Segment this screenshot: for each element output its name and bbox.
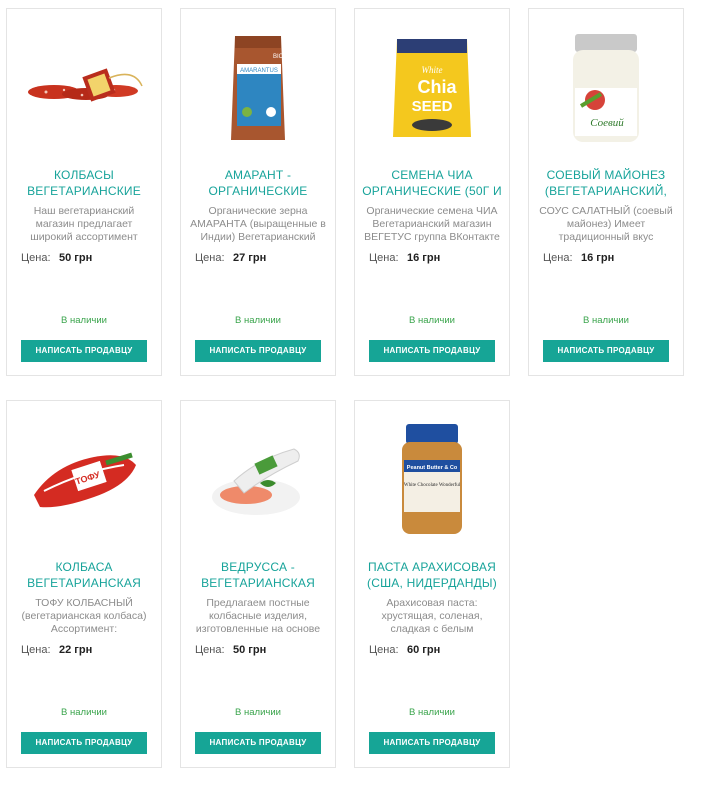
product-description: Органические семена ЧИА Вегетарианский м… (364, 205, 500, 243)
product-description: Арахисовая паста: хрустящая, соленая, сл… (381, 597, 483, 635)
price-label: Цена: (543, 252, 573, 264)
chia-text-3: SEED (412, 98, 453, 115)
price-value: 16 грн (581, 252, 615, 264)
product-description: ТОФУ КОЛБАСНЫЙ (вегетарианская колбаса) … (21, 597, 147, 635)
product-title[interactable]: СОЕВЫЙ МАЙОНЕЗ (ВЕГЕТАРИАНСКИЙ, (535, 167, 677, 199)
product-card: White Chia SEED СЕМЕНА ЧИА ОРГАНИЧЕСКИЕ … (354, 8, 510, 376)
price-label: Цена: (21, 252, 51, 264)
stock-status: В наличии (235, 315, 281, 326)
price-value: 50 грн (233, 644, 267, 656)
product-card: Peanut Butter & Co White Chocolate Wonde… (354, 400, 510, 768)
contact-seller-button[interactable]: НАПИСАТЬ ПРОДАВЦУ (543, 340, 669, 362)
stock-status: В наличии (61, 315, 107, 326)
product-description: Органические зерна АМАРАНТА (выращенные … (190, 205, 326, 243)
price-label: Цена: (195, 252, 225, 264)
product-card: ТОФУ КОЛБАСА ВЕГЕТАРИАНСКАЯ ТОФУ КОЛБАСН… (6, 400, 162, 768)
bio-label-text: BIO (273, 54, 284, 60)
chia-text-2: Chia (417, 77, 457, 97)
product-title[interactable]: СЕМЕНА ЧИА ОРГАНИЧЕСКИЕ (50Г И (361, 167, 503, 199)
price-value: 27 грн (233, 252, 267, 264)
product-image-peanut-butter[interactable]: Peanut Butter & Co White Chocolate Wonde… (355, 415, 509, 545)
stock-status: В наличии (61, 707, 107, 718)
product-card: ВЕДРУССА - ВЕГЕТАРИАНСКАЯ Предлагаем пос… (180, 400, 336, 768)
pb-label-2: White Chocolate Wonderful (404, 483, 461, 488)
price-value: 22 грн (59, 644, 93, 656)
contact-seller-button[interactable]: НАПИСАТЬ ПРОДАВЦУ (195, 732, 321, 754)
product-price: Цена: 50 грн (21, 252, 92, 264)
price-value: 50 грн (59, 252, 93, 264)
contact-seller-button[interactable]: НАПИСАТЬ ПРОДАВЦУ (369, 340, 495, 362)
product-card: Соевий СОЕВЫЙ МАЙОНЕЗ (ВЕГЕТАРИАНСКИЙ, С… (528, 8, 684, 376)
stock-status: В наличии (409, 707, 455, 718)
product-description: Предлагаем постные колбасные изделия, из… (195, 597, 321, 635)
contact-seller-button[interactable]: НАПИСАТЬ ПРОДАВЦУ (195, 340, 321, 362)
price-label: Цена: (195, 644, 225, 656)
product-image-amaranth[interactable]: AMARANTUS BIO (181, 23, 335, 153)
amaranth-label-text: AMARANTUS (240, 68, 278, 74)
stock-status: В наличии (583, 315, 629, 326)
pb-label-1: Peanut Butter & Co (407, 465, 458, 471)
price-label: Цена: (369, 252, 399, 264)
product-title[interactable]: КОЛБАСА ВЕГЕТАРИАНСКАЯ (13, 559, 155, 591)
price-label: Цена: (369, 644, 399, 656)
product-price: Цена: 16 грн (543, 252, 614, 264)
price-value: 16 грн (407, 252, 441, 264)
product-price: Цена: 16 грн (369, 252, 440, 264)
price-value: 60 грн (407, 644, 441, 656)
mayo-label-text: Соевий (590, 117, 624, 129)
stock-status: В наличии (235, 707, 281, 718)
product-price: Цена: 22 грн (21, 644, 92, 656)
chia-text-1: White (422, 65, 443, 75)
contact-seller-button[interactable]: НАПИСАТЬ ПРОДАВЦУ (369, 732, 495, 754)
product-image-mayonnaise[interactable]: Соевий (529, 23, 683, 153)
product-title[interactable]: ПАСТА АРАХИСОВАЯ (США, НИДЕРДАНДЫ) (361, 559, 503, 591)
product-card: КОЛБАСЫ ВЕГЕТАРИАНСКИЕ Наш вегетариански… (6, 8, 162, 376)
price-label: Цена: (21, 644, 51, 656)
product-image-tofu-sausage[interactable]: ТОФУ (7, 415, 161, 545)
product-image-vedrussa[interactable] (181, 415, 335, 545)
contact-seller-button[interactable]: НАПИСАТЬ ПРОДАВЦУ (21, 732, 147, 754)
product-price: Цена: 60 грн (369, 644, 440, 656)
product-description: СОУС САЛАТНЫЙ (соевый майонез) Имеет тра… (539, 205, 673, 243)
stock-status: В наличии (409, 315, 455, 326)
product-title[interactable]: АМАРАНТ - ОРГАНИЧЕСКИЕ ЗЕРНА (187, 167, 329, 199)
product-image-sausage[interactable] (7, 23, 161, 153)
product-title[interactable]: КОЛБАСЫ ВЕГЕТАРИАНСКИЕ (13, 167, 155, 199)
product-title[interactable]: ВЕДРУССА - ВЕГЕТАРИАНСКАЯ (187, 559, 329, 591)
product-price: Цена: 27 грн (195, 252, 266, 264)
contact-seller-button[interactable]: НАПИСАТЬ ПРОДАВЦУ (21, 340, 147, 362)
product-card: AMARANTUS BIO АМАРАНТ - ОРГАНИЧЕСКИЕ ЗЕР… (180, 8, 336, 376)
product-image-chia[interactable]: White Chia SEED (355, 23, 509, 153)
product-description: Наш вегетарианский магазин предлагает ши… (30, 205, 138, 243)
product-price: Цена: 50 грн (195, 644, 266, 656)
